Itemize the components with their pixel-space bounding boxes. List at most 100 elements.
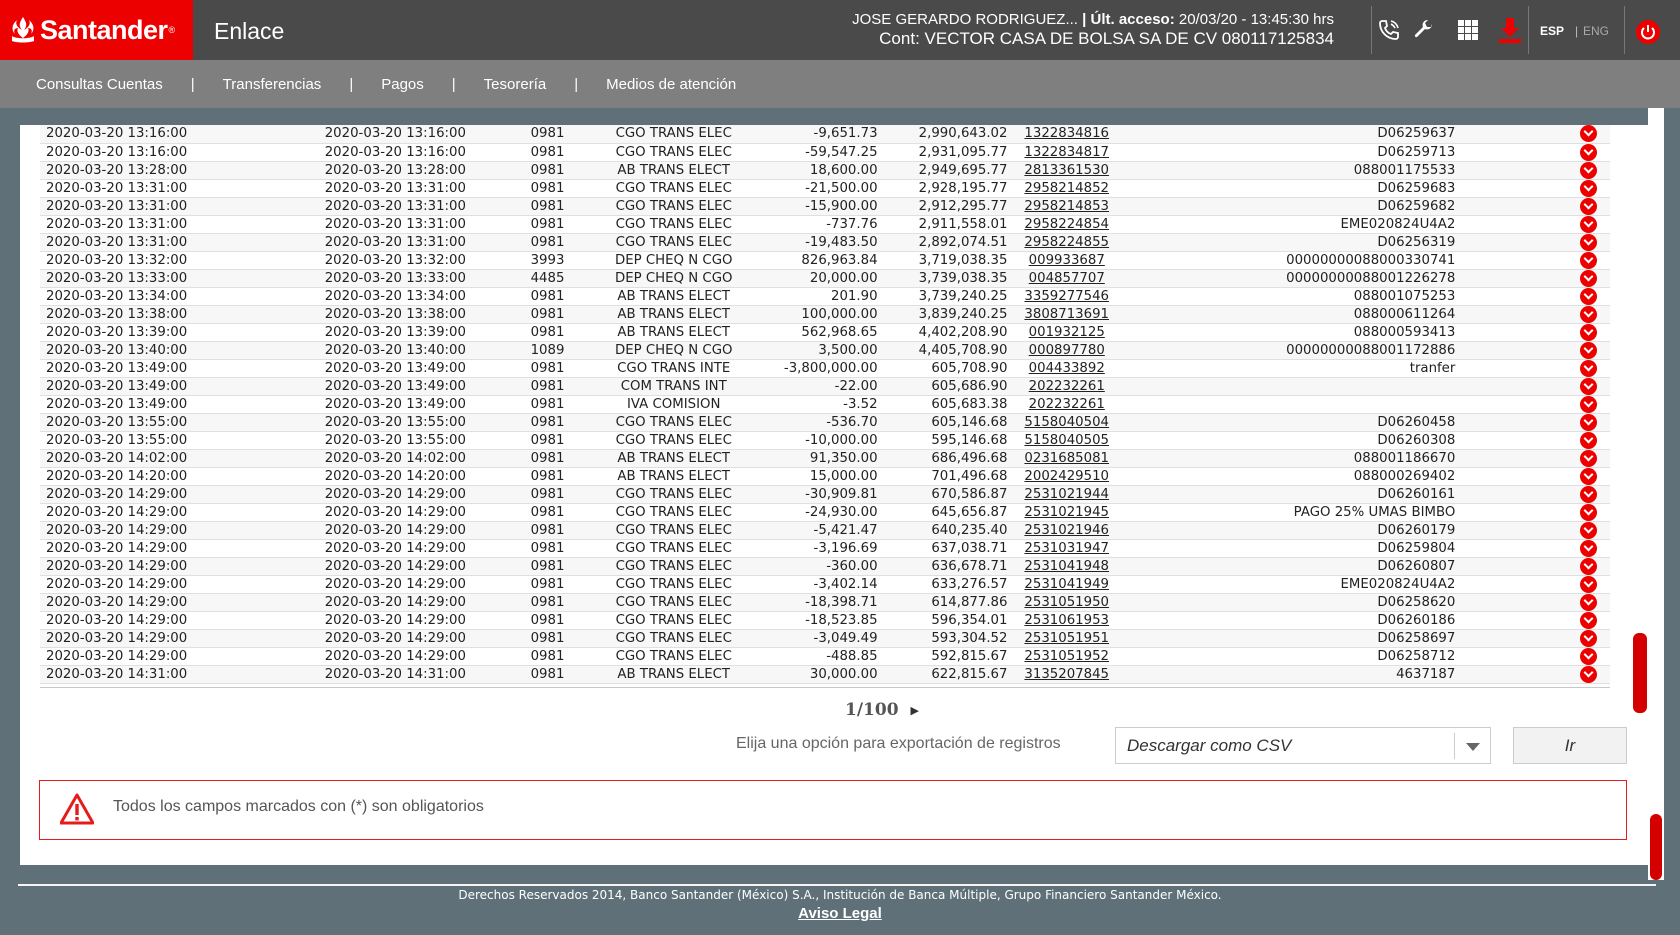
cell-ref[interactable]: 3808713691 — [1013, 305, 1120, 324]
nav-medios-atencion[interactable]: Medios de atención — [606, 76, 736, 93]
expand-chevron-icon[interactable] — [1580, 269, 1598, 287]
cell-fecha: 2020-03-20 13:16:00 — [40, 143, 281, 162]
expand-chevron-icon[interactable] — [1580, 323, 1598, 341]
cell-ref[interactable]: 2531051951 — [1013, 629, 1120, 648]
cell-ref[interactable]: 2531041948 — [1013, 557, 1120, 576]
cell-fecha: 2020-03-20 13:31:00 — [40, 215, 281, 234]
download-icon[interactable] — [1494, 14, 1526, 46]
wrench-icon[interactable] — [1408, 14, 1440, 46]
next-page-arrow-icon[interactable]: ▶ — [911, 704, 919, 717]
table-scrollbar-thumb[interactable] — [1633, 633, 1647, 713]
expand-chevron-icon[interactable] — [1580, 449, 1598, 467]
cell-ref[interactable]: 001932125 — [1013, 323, 1120, 342]
expand-chevron-icon[interactable] — [1580, 503, 1598, 521]
expand-chevron-icon[interactable] — [1580, 665, 1598, 683]
cell-ref[interactable]: 202232261 — [1013, 395, 1120, 414]
cell-ref[interactable]: 2958224855 — [1013, 233, 1120, 252]
cell-ref[interactable]: 3359277546 — [1013, 287, 1120, 306]
cell-fecha: 2020-03-20 13:40:00 — [40, 341, 281, 360]
expand-chevron-icon[interactable] — [1580, 251, 1598, 269]
cell-desc: CGO TRANS ELEC — [593, 611, 754, 630]
expand-chevron-icon[interactable] — [1580, 521, 1598, 539]
lang-eng[interactable]: ENG — [1583, 24, 1609, 38]
expand-chevron-icon[interactable] — [1580, 629, 1598, 647]
cell-ref[interactable]: 0231685081 — [1013, 449, 1120, 468]
cell-ref[interactable]: 3135207845 — [1013, 665, 1120, 684]
expand-chevron-icon[interactable] — [1580, 377, 1598, 395]
santander-logo[interactable]: Santander ® — [0, 0, 193, 60]
nav-consultas-cuentas[interactable]: Consultas Cuentas — [36, 76, 163, 93]
export-format-select[interactable]: Descargar como CSV — [1115, 727, 1491, 764]
cell-ref[interactable]: 2958214852 — [1013, 179, 1120, 198]
cell-ref[interactable]: 2531051950 — [1013, 593, 1120, 612]
logout-power-icon[interactable] — [1632, 16, 1664, 48]
cell-suc: 0981 — [501, 413, 594, 432]
cell-concepto: 4637187 — [1119, 665, 1568, 684]
cell-fecha2: 2020-03-20 14:29:00 — [280, 629, 502, 648]
expand-chevron-icon[interactable] — [1580, 161, 1598, 179]
grid-menu-icon[interactable] — [1452, 14, 1484, 46]
cell-suc: 0981 — [501, 431, 594, 450]
cell-ref[interactable]: 2813361530 — [1013, 161, 1120, 180]
cell-ref[interactable]: 2531021944 — [1013, 485, 1120, 504]
lang-esp[interactable]: ESP — [1540, 24, 1564, 38]
cell-desc: CGO TRANS ELEC — [593, 647, 754, 666]
cell-ref[interactable]: 1322834817 — [1013, 143, 1120, 162]
cell-ref[interactable]: 2531061953 — [1013, 611, 1120, 630]
expand-chevron-icon[interactable] — [1580, 539, 1598, 557]
expand-chevron-icon[interactable] — [1580, 125, 1598, 143]
phone-icon[interactable] — [1373, 14, 1405, 46]
cell-fecha2: 2020-03-20 13:55:00 — [280, 431, 502, 450]
expand-chevron-icon[interactable] — [1580, 215, 1598, 233]
cell-suc: 0981 — [501, 377, 594, 396]
cell-ref[interactable]: 009933687 — [1013, 251, 1120, 270]
cell-ref[interactable]: 5158040504 — [1013, 413, 1120, 432]
cell-concepto: 00000000088001226278 — [1119, 269, 1568, 288]
cell-ref[interactable]: 2531051952 — [1013, 647, 1120, 666]
cell-ref[interactable]: 2958214853 — [1013, 197, 1120, 216]
cell-ref[interactable]: 2958224854 — [1013, 215, 1120, 234]
aviso-legal-link[interactable]: Aviso Legal — [798, 905, 882, 922]
cell-ref[interactable]: 2531041949 — [1013, 575, 1120, 594]
expand-chevron-icon[interactable] — [1580, 359, 1598, 377]
expand-chevron-icon[interactable] — [1580, 233, 1598, 251]
nav-pagos[interactable]: Pagos — [381, 76, 424, 93]
expand-chevron-icon[interactable] — [1580, 287, 1598, 305]
nav-transferencias[interactable]: Transferencias — [223, 76, 322, 93]
cell-ref[interactable]: 2531031947 — [1013, 539, 1120, 558]
expand-chevron-icon[interactable] — [1580, 305, 1598, 323]
cell-ref[interactable]: 004433892 — [1013, 359, 1120, 378]
page-scrollbar-thumb[interactable] — [1650, 814, 1662, 880]
expand-chevron-icon[interactable] — [1580, 395, 1598, 413]
cell-ref[interactable]: 2002429510 — [1013, 467, 1120, 486]
lang-divider: | — [1575, 24, 1579, 38]
cell-desc: COM TRANS INT — [593, 377, 754, 396]
cell-ref[interactable]: 5158040505 — [1013, 431, 1120, 450]
expand-chevron-icon[interactable] — [1580, 143, 1598, 161]
cell-ref[interactable]: 000897780 — [1013, 341, 1120, 360]
cell-ref[interactable]: 1322834816 — [1013, 125, 1120, 144]
cell-ref[interactable]: 202232261 — [1013, 377, 1120, 396]
expand-chevron-icon[interactable] — [1580, 647, 1598, 665]
movements-table-container[interactable]: 2020-03-20 13:16:00 2020-03-20 13:16:00 09… — [40, 125, 1610, 688]
chevron-down-icon[interactable] — [1454, 733, 1490, 759]
expand-chevron-icon[interactable] — [1580, 467, 1598, 485]
expand-chevron-icon[interactable] — [1580, 197, 1598, 215]
ir-button[interactable]: Ir — [1513, 727, 1627, 764]
expand-chevron-icon[interactable] — [1580, 413, 1598, 431]
table-row: 2020-03-20 13:31:00 2020-03-20 13:31:00 09… — [40, 179, 1610, 198]
expand-chevron-icon[interactable] — [1580, 611, 1598, 629]
nav-tesoreria[interactable]: Tesorería — [484, 76, 547, 93]
cell-ref[interactable]: 2531021945 — [1013, 503, 1120, 522]
expand-chevron-icon[interactable] — [1580, 593, 1598, 611]
cell-ref[interactable]: 004857707 — [1013, 269, 1120, 288]
page-scrollbar[interactable] — [1648, 108, 1664, 880]
expand-chevron-icon[interactable] — [1580, 485, 1598, 503]
expand-chevron-icon[interactable] — [1580, 431, 1598, 449]
cell-ref[interactable]: 2531021946 — [1013, 521, 1120, 540]
expand-chevron-icon[interactable] — [1580, 179, 1598, 197]
expand-chevron-icon[interactable] — [1580, 575, 1598, 593]
cell-saldo: 2,928,195.77 — [883, 179, 1014, 198]
expand-chevron-icon[interactable] — [1580, 341, 1598, 359]
expand-chevron-icon[interactable] — [1580, 557, 1598, 575]
